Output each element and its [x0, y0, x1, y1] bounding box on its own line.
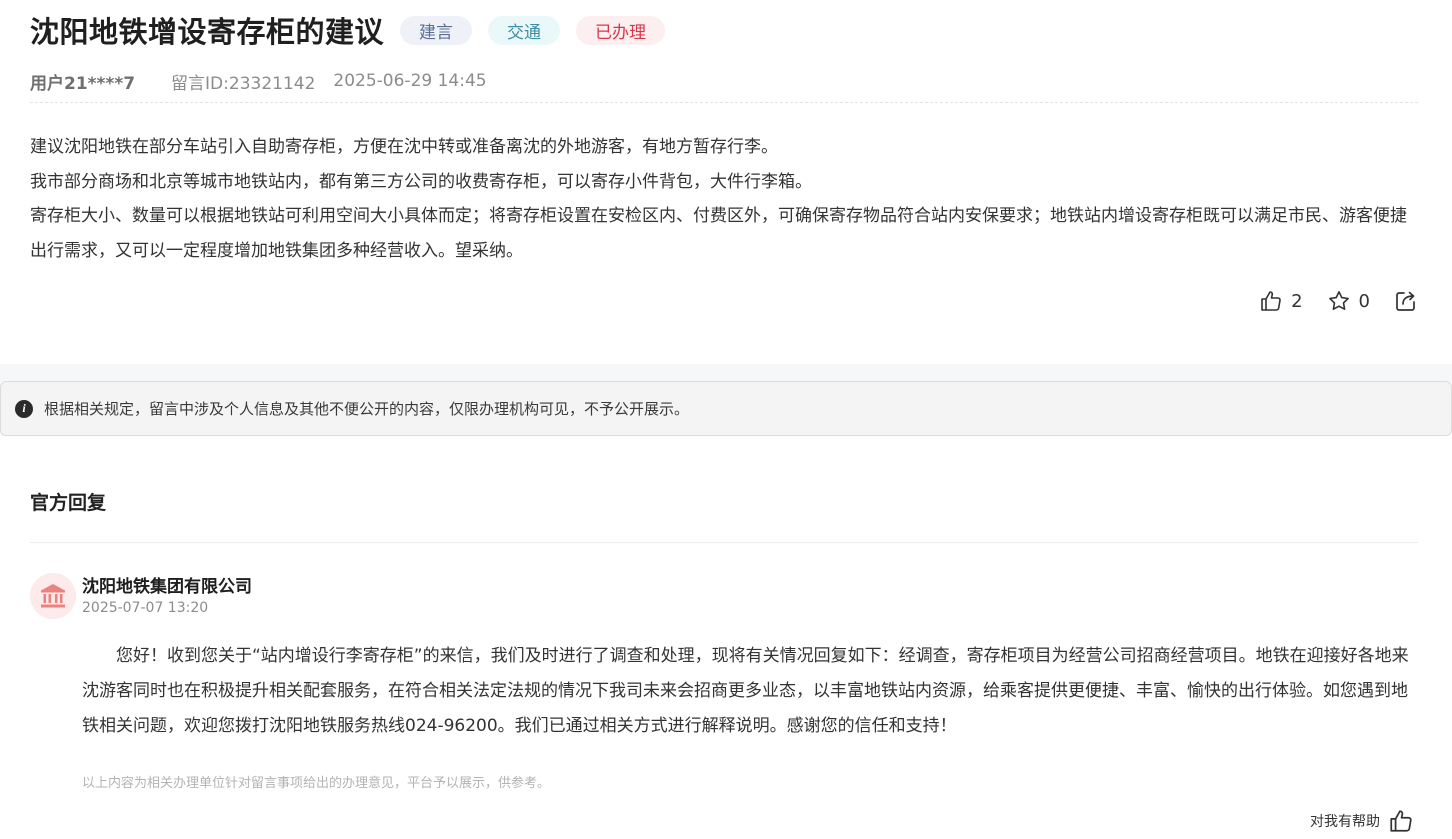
share-button[interactable]	[1394, 289, 1418, 313]
post-meta: 用户21****7 留言ID:23321142 2025-06-29 14:45	[30, 68, 487, 94]
post-user: 用户21****7	[30, 73, 136, 94]
post-datetime: 2025-06-29 14:45	[333, 71, 487, 91]
reply-heading: 官方回复	[30, 492, 107, 514]
star-icon	[1328, 291, 1349, 310]
message-id: 留言ID:23321142	[171, 73, 316, 94]
reply-datetime: 2025-07-07 13:20	[82, 600, 209, 616]
content-paragraph: 我市部分商场和北京等城市地铁站内，都有第三方公司的收费寄存柜，可以寄存小件背包，…	[30, 171, 812, 192]
government-building-icon	[41, 584, 65, 608]
thumbs-up-icon	[1390, 810, 1412, 832]
post-title: 沈阳地铁增设寄存柜的建议	[30, 15, 385, 49]
org-name: 沈阳地铁集团有限公司	[82, 577, 252, 597]
reply-disclaimer: 以上内容为相关办理单位针对留言事项给出的办理意见，平台予以展示，供参考。	[82, 776, 551, 791]
privacy-notice: i 根据相关规定，留言中涉及个人信息及其他不便公开的内容，仅限办理机构可见，不予…	[0, 381, 1452, 436]
content-paragraph: 寄存柜大小、数量可以根据地铁站可利用空间大小具体而定；将寄存柜设置在安检区内、付…	[30, 206, 1407, 261]
info-icon: i	[15, 399, 33, 418]
like-count: 2	[1291, 290, 1303, 312]
helpful-label: 对我有帮助	[1310, 814, 1380, 830]
org-avatar	[30, 573, 76, 619]
title-row: 沈阳地铁增设寄存柜的建议 建言 交通 已办理	[30, 10, 666, 50]
share-icon	[1396, 291, 1415, 311]
section-gap	[0, 364, 1452, 382]
meta-divider	[30, 102, 1418, 103]
post-actions: 2 0	[1235, 284, 1418, 318]
helpful-button[interactable]: 对我有帮助	[1310, 806, 1414, 836]
like-button[interactable]: 2	[1259, 289, 1303, 313]
tag-status-done: 已办理	[576, 15, 666, 45]
favorite-button[interactable]: 0	[1327, 289, 1370, 313]
content-paragraph: 建议沈阳地铁在部分车站引入自助寄存柜，方便在沈中转或准备离沈的外地游客，有地方暂…	[30, 137, 778, 157]
post-content: 建议沈阳地铁在部分车站引入自助寄存柜，方便在沈中转或准备离沈的外地游客，有地方暂…	[30, 130, 1420, 268]
tag-advice[interactable]: 建言	[400, 15, 473, 45]
favorite-count: 0	[1358, 290, 1370, 312]
notice-text: 根据相关规定，留言中涉及个人信息及其他不便公开的内容，仅限办理机构可见，不予公开…	[44, 400, 690, 418]
reply-divider	[30, 542, 1418, 543]
tag-traffic[interactable]: 交通	[488, 15, 561, 45]
thumbs-up-icon	[1261, 291, 1281, 311]
reply-body: 您好！收到您关于“站内增设行李寄存柜”的来信，我们及时进行了调查和处理，现将有关…	[82, 646, 1409, 736]
